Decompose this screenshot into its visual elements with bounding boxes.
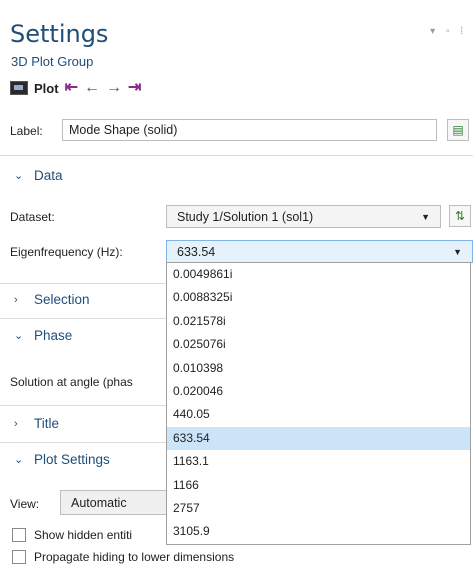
eigenfrequency-dropdown-list[interactable]: 0.0049861i 0.0088325i 0.021578i 0.025076i 0.… — [166, 262, 471, 545]
section-selection-label: Selection — [34, 292, 90, 307]
view-select[interactable]: Automatic — [60, 490, 180, 515]
chevron-down-icon: ▼ — [453, 246, 462, 257]
dropdown-option[interactable]: 440.05 — [167, 403, 470, 426]
chevron-down-icon: ⌄ — [14, 170, 24, 182]
section-selection-header[interactable]: › Selection — [14, 292, 90, 307]
section-title-label: Title — [34, 416, 60, 431]
section-phase-header[interactable]: ⌄ Phase — [14, 328, 72, 343]
section-plot-settings-label: Plot Settings — [34, 452, 110, 467]
previous-arrow-icon[interactable]: ← — [84, 80, 100, 96]
chevron-down-icon: ▼ — [421, 211, 430, 222]
dataset-action-icon[interactable]: ⇅ — [449, 205, 471, 227]
label-edit-icon[interactable]: ▤ — [447, 119, 469, 141]
dropdown-option[interactable]: 1166 — [167, 474, 470, 497]
dropdown-option[interactable]: 0.021578i — [167, 310, 470, 333]
dropdown-option[interactable]: 0.0049861i — [167, 263, 470, 286]
propagate-hiding-row: Propagate hiding to lower dimensions — [12, 550, 234, 564]
section-data-label: Data — [34, 168, 63, 183]
solution-angle-label: Solution at angle (phas — [10, 375, 133, 389]
divider — [0, 318, 166, 319]
last-arrow-icon[interactable]: ⇥ — [128, 80, 141, 96]
dataset-label: Dataset: — [10, 210, 55, 224]
divider — [0, 442, 166, 443]
section-data-header[interactable]: ⌄ Data — [14, 168, 63, 183]
show-hidden-label: Show hidden entiti — [34, 528, 133, 542]
eigenfrequency-select[interactable]: 633.54 ▼ — [166, 240, 473, 263]
dropdown-option[interactable]: 633.54 — [167, 426, 470, 451]
label-caption: Label: — [10, 124, 43, 138]
chevron-right-icon: › — [14, 417, 18, 430]
show-hidden-checkbox[interactable] — [12, 528, 26, 542]
divider — [0, 283, 166, 284]
chevron-down-icon: ⌄ — [14, 454, 24, 466]
plot-icon[interactable] — [10, 81, 28, 95]
propagate-hiding-checkbox[interactable] — [12, 550, 26, 564]
chevron-down-icon: ⌄ — [14, 330, 24, 342]
dropdown-option[interactable]: 3105.9 — [167, 520, 470, 543]
chevron-right-icon: › — [14, 293, 18, 306]
eigenfrequency-value: 633.54 — [177, 244, 216, 259]
dataset-select[interactable]: Study 1/Solution 1 (sol1) ▼ — [166, 205, 441, 228]
dropdown-option[interactable]: 2757 — [167, 497, 470, 520]
dataset-value: Study 1/Solution 1 (sol1) — [177, 209, 314, 224]
section-plot-settings-header[interactable]: ⌄ Plot Settings — [14, 452, 110, 467]
dropdown-option[interactable]: 0.0088325i — [167, 286, 470, 309]
divider — [0, 405, 166, 406]
plot-button-label[interactable]: Plot — [34, 81, 59, 96]
eigenfrequency-label: Eigenfrequency (Hz): — [10, 245, 123, 259]
label-input[interactable]: Mode Shape (solid) — [62, 119, 437, 141]
window-controls[interactable]: ▾ ▫ ⁞ — [430, 26, 467, 37]
dropdown-option[interactable]: 0.020046 — [167, 380, 470, 403]
next-arrow-icon[interactable]: → — [106, 80, 122, 96]
view-label: View: — [10, 497, 40, 511]
first-arrow-icon[interactable]: ⇤ — [65, 80, 78, 96]
section-phase-label: Phase — [34, 328, 73, 343]
divider — [0, 155, 473, 156]
section-title-header[interactable]: › Title — [14, 416, 59, 431]
plot-group-type: 3D Plot Group — [11, 54, 94, 69]
show-hidden-row: Show hidden entiti — [12, 528, 132, 542]
settings-title: Settings — [10, 20, 109, 48]
dropdown-option[interactable]: 1163.1 — [167, 450, 470, 473]
dropdown-option[interactable]: 0.010398 — [167, 357, 470, 380]
view-value: Automatic — [71, 495, 127, 510]
dropdown-option[interactable]: 0.025076i — [167, 333, 470, 356]
propagate-hiding-label: Propagate hiding to lower dimensions — [34, 550, 235, 564]
plot-toolbar: Plot ⇤ ← → ⇥ — [10, 78, 141, 98]
